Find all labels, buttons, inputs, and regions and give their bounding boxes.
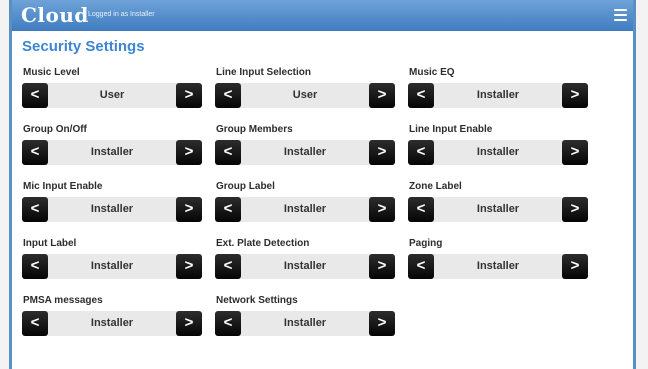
setting-label: Group Label: [216, 181, 275, 192]
setting-pmsa-messages: PMSA messages < Installer >: [22, 295, 202, 336]
level-value: Installer: [476, 260, 520, 272]
setting-group-label: Group Label < Installer >: [215, 181, 395, 222]
level-selector: < Installer >: [22, 140, 202, 165]
previous-button[interactable]: <: [22, 311, 48, 336]
login-status: Logged in as Installer: [88, 11, 155, 18]
level-value: Installer: [283, 317, 327, 329]
next-button[interactable]: >: [369, 311, 395, 336]
top-bar: Cloud Logged in as Installer: [12, 0, 633, 31]
level-value: Installer: [476, 146, 520, 158]
next-button[interactable]: >: [176, 83, 202, 108]
level-value: Installer: [90, 146, 134, 158]
hamburger-menu-icon[interactable]: [614, 9, 627, 21]
setting-label: Zone Label: [409, 181, 462, 192]
next-button[interactable]: >: [562, 197, 588, 222]
previous-button[interactable]: <: [215, 311, 241, 336]
level-value: Installer: [90, 317, 134, 329]
level-value: Installer: [283, 146, 327, 158]
app-window: Cloud Logged in as Installer Security Se…: [9, 0, 636, 369]
setting-label: PMSA messages: [23, 295, 103, 306]
setting-label: Line Input Enable: [409, 124, 493, 135]
next-button[interactable]: >: [369, 83, 395, 108]
previous-button[interactable]: <: [408, 140, 434, 165]
setting-music-eq: Music EQ < Installer >: [408, 67, 588, 108]
next-button[interactable]: >: [176, 197, 202, 222]
level-selector: < Installer >: [22, 197, 202, 222]
setting-group-on-off: Group On/Off < Installer >: [22, 124, 202, 165]
setting-label: Group Members: [216, 124, 293, 135]
level-selector: < Installer >: [408, 254, 588, 279]
level-value: Installer: [476, 203, 520, 215]
next-button[interactable]: >: [369, 140, 395, 165]
previous-button[interactable]: <: [22, 254, 48, 279]
previous-button[interactable]: <: [22, 197, 48, 222]
level-selector: < User >: [22, 83, 202, 108]
previous-button[interactable]: <: [215, 83, 241, 108]
setting-music-level: Music Level < User >: [22, 67, 202, 108]
level-selector: < Installer >: [408, 197, 588, 222]
setting-group-members: Group Members < Installer >: [215, 124, 395, 165]
setting-mic-input-enable: Mic Input Enable < Installer >: [22, 181, 202, 222]
previous-button[interactable]: <: [22, 83, 48, 108]
level-selector: < Installer >: [215, 197, 395, 222]
setting-network-settings: Network Settings < Installer >: [215, 295, 395, 336]
page-title: Security Settings: [22, 38, 145, 55]
level-value: Installer: [90, 203, 134, 215]
setting-ext-plate-detection: Ext. Plate Detection < Installer >: [215, 238, 395, 279]
level-selector: < Installer >: [408, 83, 588, 108]
setting-label: Group On/Off: [23, 124, 87, 135]
setting-label: Paging: [409, 238, 443, 249]
setting-label: Music EQ: [409, 67, 455, 78]
previous-button[interactable]: <: [408, 83, 434, 108]
setting-line-input-selection: Line Input Selection < User >: [215, 67, 395, 108]
next-button[interactable]: >: [176, 311, 202, 336]
setting-label: Music Level: [23, 67, 80, 78]
level-value: Installer: [283, 260, 327, 272]
level-value: User: [99, 89, 125, 101]
level-value: Installer: [476, 89, 520, 101]
level-selector: < Installer >: [22, 311, 202, 336]
previous-button[interactable]: <: [22, 140, 48, 165]
next-button[interactable]: >: [562, 254, 588, 279]
level-selector: < Installer >: [215, 311, 395, 336]
setting-line-input-enable: Line Input Enable < Installer >: [408, 124, 588, 165]
setting-label: Line Input Selection: [216, 67, 312, 78]
cloud-logo: Cloud: [21, 3, 89, 27]
setting-label: Network Settings: [216, 295, 298, 306]
previous-button[interactable]: <: [408, 254, 434, 279]
next-button[interactable]: >: [562, 83, 588, 108]
setting-paging: Paging < Installer >: [408, 238, 588, 279]
level-selector: < Installer >: [22, 254, 202, 279]
next-button[interactable]: >: [176, 140, 202, 165]
previous-button[interactable]: <: [215, 254, 241, 279]
setting-label: Input Label: [23, 238, 77, 249]
next-button[interactable]: >: [369, 254, 395, 279]
previous-button[interactable]: <: [215, 197, 241, 222]
setting-label: Mic Input Enable: [23, 181, 103, 192]
next-button[interactable]: >: [369, 197, 395, 222]
level-value: Installer: [90, 260, 134, 272]
previous-button[interactable]: <: [215, 140, 241, 165]
setting-zone-label: Zone Label < Installer >: [408, 181, 588, 222]
previous-button[interactable]: <: [408, 197, 434, 222]
next-button[interactable]: >: [176, 254, 202, 279]
level-selector: < Installer >: [215, 140, 395, 165]
level-value: User: [292, 89, 318, 101]
level-selector: < User >: [215, 83, 395, 108]
level-selector: < Installer >: [215, 254, 395, 279]
level-selector: < Installer >: [408, 140, 588, 165]
setting-label: Ext. Plate Detection: [216, 238, 310, 249]
setting-input-label: Input Label < Installer >: [22, 238, 202, 279]
next-button[interactable]: >: [562, 140, 588, 165]
level-value: Installer: [283, 203, 327, 215]
